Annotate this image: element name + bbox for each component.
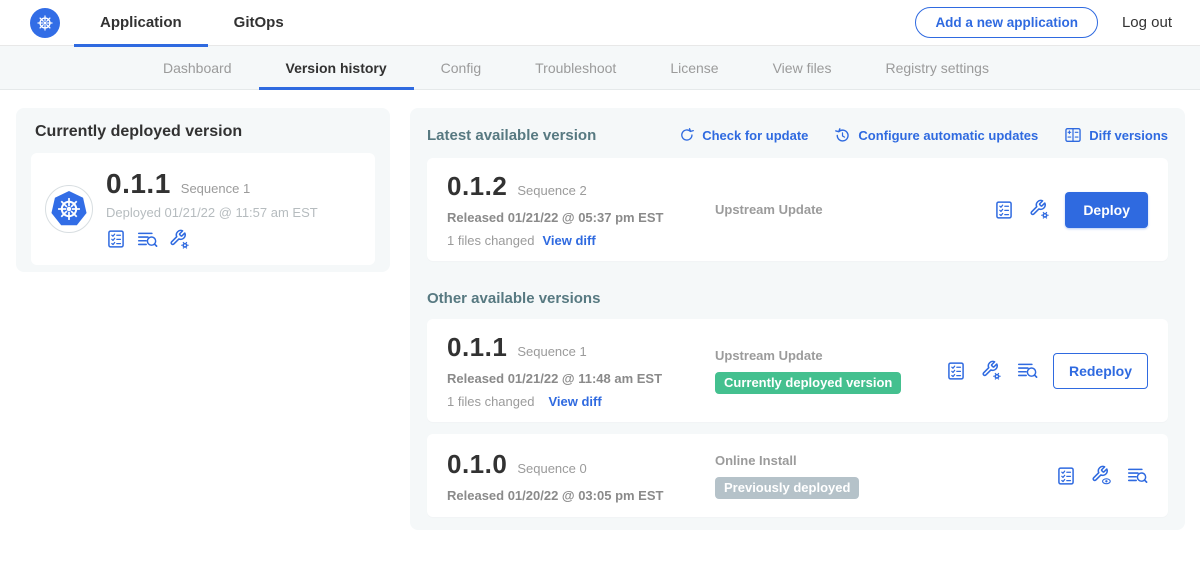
top-nav: Application GitOps Add a new application…	[0, 0, 1200, 46]
previously-deployed-badge: Previously deployed	[715, 477, 859, 499]
files-changed-label: 1 files changed	[447, 394, 534, 409]
main-content: Currently deployed version 0.1.1 Sequenc…	[0, 90, 1200, 564]
currently-deployed-title: Currently deployed version	[31, 123, 375, 141]
subnav-config[interactable]: Config	[414, 46, 508, 89]
subnav-license-label: License	[670, 60, 718, 76]
deploy-logs-icon[interactable]	[1017, 360, 1038, 381]
configure-automatic-updates-link[interactable]: Configure automatic updates	[834, 127, 1038, 144]
sequence-label: Sequence 1	[517, 344, 586, 359]
refresh-icon	[679, 127, 695, 143]
preflight-checklist-icon[interactable]	[994, 200, 1014, 220]
check-for-update-link[interactable]: Check for update	[679, 127, 808, 143]
version-row-0-1-0: 0.1.0 Sequence 0 Released 01/20/22 @ 03:…	[427, 434, 1168, 517]
released-timestamp: Released 01/21/22 @ 11:48 am EST	[447, 371, 715, 386]
diff-versions-label: Diff versions	[1089, 128, 1168, 143]
app-subnav: Dashboard Version history Config Trouble…	[0, 46, 1200, 90]
currently-deployed-version-row: 0.1.1 Sequence 1 Deployed 01/21/22 @ 11:…	[31, 153, 375, 265]
latest-available-title: Latest available version	[427, 127, 596, 144]
version-actions: Redeploy	[946, 353, 1148, 389]
subnav-view-files-label: View files	[773, 60, 832, 76]
subnav-registry-settings-label: Registry settings	[885, 60, 988, 76]
schedule-update-icon	[834, 127, 851, 144]
deploy-logs-icon[interactable]	[137, 229, 158, 250]
version-actions: Deploy	[994, 192, 1148, 228]
add-application-button[interactable]: Add a new application	[915, 7, 1098, 38]
version-source: Online Install Previously deployed	[715, 453, 859, 499]
preflight-checklist-icon[interactable]	[1056, 466, 1076, 486]
diff-versions-link[interactable]: Diff versions	[1064, 126, 1168, 144]
deployed-sequence-label: Sequence 1	[181, 181, 250, 196]
version-source: Upstream Update	[715, 202, 823, 217]
version-info: 0.1.0 Sequence 0 Released 01/20/22 @ 03:…	[447, 449, 715, 503]
files-changed-label: 1 files changed	[447, 233, 534, 248]
version-number: 0.1.2	[447, 171, 507, 202]
version-row-0-1-2: 0.1.2 Sequence 2 Released 01/21/22 @ 05:…	[427, 158, 1168, 261]
files-changed: 1 files changed View diff	[447, 233, 715, 248]
deployed-version-info: 0.1.1 Sequence 1 Deployed 01/21/22 @ 11:…	[106, 168, 318, 250]
edit-config-icon[interactable]	[1029, 199, 1050, 220]
version-row-0-1-1: 0.1.1 Sequence 1 Released 01/21/22 @ 11:…	[427, 319, 1168, 422]
app-icon	[45, 185, 93, 233]
deployed-version-number: 0.1.1	[106, 168, 171, 200]
currently-deployed-card: Currently deployed version 0.1.1 Sequenc…	[16, 108, 390, 272]
logout-button[interactable]: Log out	[1122, 14, 1172, 31]
source-label: Upstream Update	[715, 202, 823, 217]
released-timestamp: Released 01/20/22 @ 03:05 pm EST	[447, 488, 715, 503]
view-config-icon[interactable]	[1091, 465, 1112, 486]
version-info: 0.1.1 Sequence 1 Released 01/21/22 @ 11:…	[447, 332, 715, 409]
subnav-version-history-label: Version history	[286, 60, 387, 76]
files-changed: 1 files changed View diff	[447, 394, 715, 409]
version-number: 0.1.1	[447, 332, 507, 363]
top-bar-right: Add a new application Log out	[915, 7, 1172, 38]
sequence-label: Sequence 2	[517, 183, 586, 198]
version-history-panel: Latest available version Check for updat…	[410, 108, 1185, 530]
deployed-timestamp: Deployed 01/21/22 @ 11:57 am EST	[106, 205, 318, 220]
deployed-action-icons	[106, 229, 318, 250]
version-number: 0.1.0	[447, 449, 507, 480]
panel-actions: Check for update Configure automatic upd…	[679, 126, 1168, 144]
subnav-dashboard-label: Dashboard	[163, 60, 232, 76]
kubernetes-logo-icon	[30, 8, 60, 38]
kots-admin-console: Application GitOps Add a new application…	[0, 0, 1200, 564]
deploy-button[interactable]: Deploy	[1065, 192, 1148, 228]
tab-application-label: Application	[100, 14, 182, 31]
edit-config-icon[interactable]	[169, 229, 190, 250]
subnav-license[interactable]: License	[643, 46, 745, 89]
sequence-label: Sequence 0	[517, 461, 586, 476]
edit-config-icon[interactable]	[981, 360, 1002, 381]
other-available-title: Other available versions	[427, 290, 1168, 307]
diff-icon	[1064, 126, 1082, 144]
redeploy-button[interactable]: Redeploy	[1053, 353, 1148, 389]
preflight-checklist-icon[interactable]	[946, 361, 966, 381]
currently-deployed-badge: Currently deployed version	[715, 372, 901, 394]
source-label: Online Install	[715, 453, 859, 468]
subnav-troubleshoot[interactable]: Troubleshoot	[508, 46, 643, 89]
subnav-version-history[interactable]: Version history	[259, 46, 414, 89]
released-timestamp: Released 01/21/22 @ 05:37 pm EST	[447, 210, 715, 225]
tab-gitops[interactable]: GitOps	[208, 0, 310, 46]
deploy-logs-icon[interactable]	[1127, 465, 1148, 486]
source-label: Upstream Update	[715, 348, 901, 363]
subnav-registry-settings[interactable]: Registry settings	[858, 46, 1015, 89]
version-source: Upstream Update Currently deployed versi…	[715, 348, 901, 394]
view-diff-link[interactable]: View diff	[542, 233, 595, 248]
view-diff-link[interactable]: View diff	[548, 394, 601, 409]
subnav-view-files[interactable]: View files	[746, 46, 859, 89]
top-nav-tabs: Application GitOps	[74, 0, 310, 46]
version-actions	[1056, 465, 1148, 486]
subnav-dashboard[interactable]: Dashboard	[136, 46, 259, 89]
panel-header: Latest available version Check for updat…	[427, 124, 1168, 146]
version-info: 0.1.2 Sequence 2 Released 01/21/22 @ 05:…	[447, 171, 715, 248]
subnav-troubleshoot-label: Troubleshoot	[535, 60, 616, 76]
tab-application[interactable]: Application	[74, 0, 208, 46]
subnav-config-label: Config	[441, 60, 481, 76]
check-for-update-label: Check for update	[702, 128, 808, 143]
preflight-checklist-icon[interactable]	[106, 229, 126, 250]
configure-automatic-updates-label: Configure automatic updates	[858, 128, 1038, 143]
tab-gitops-label: GitOps	[234, 14, 284, 31]
